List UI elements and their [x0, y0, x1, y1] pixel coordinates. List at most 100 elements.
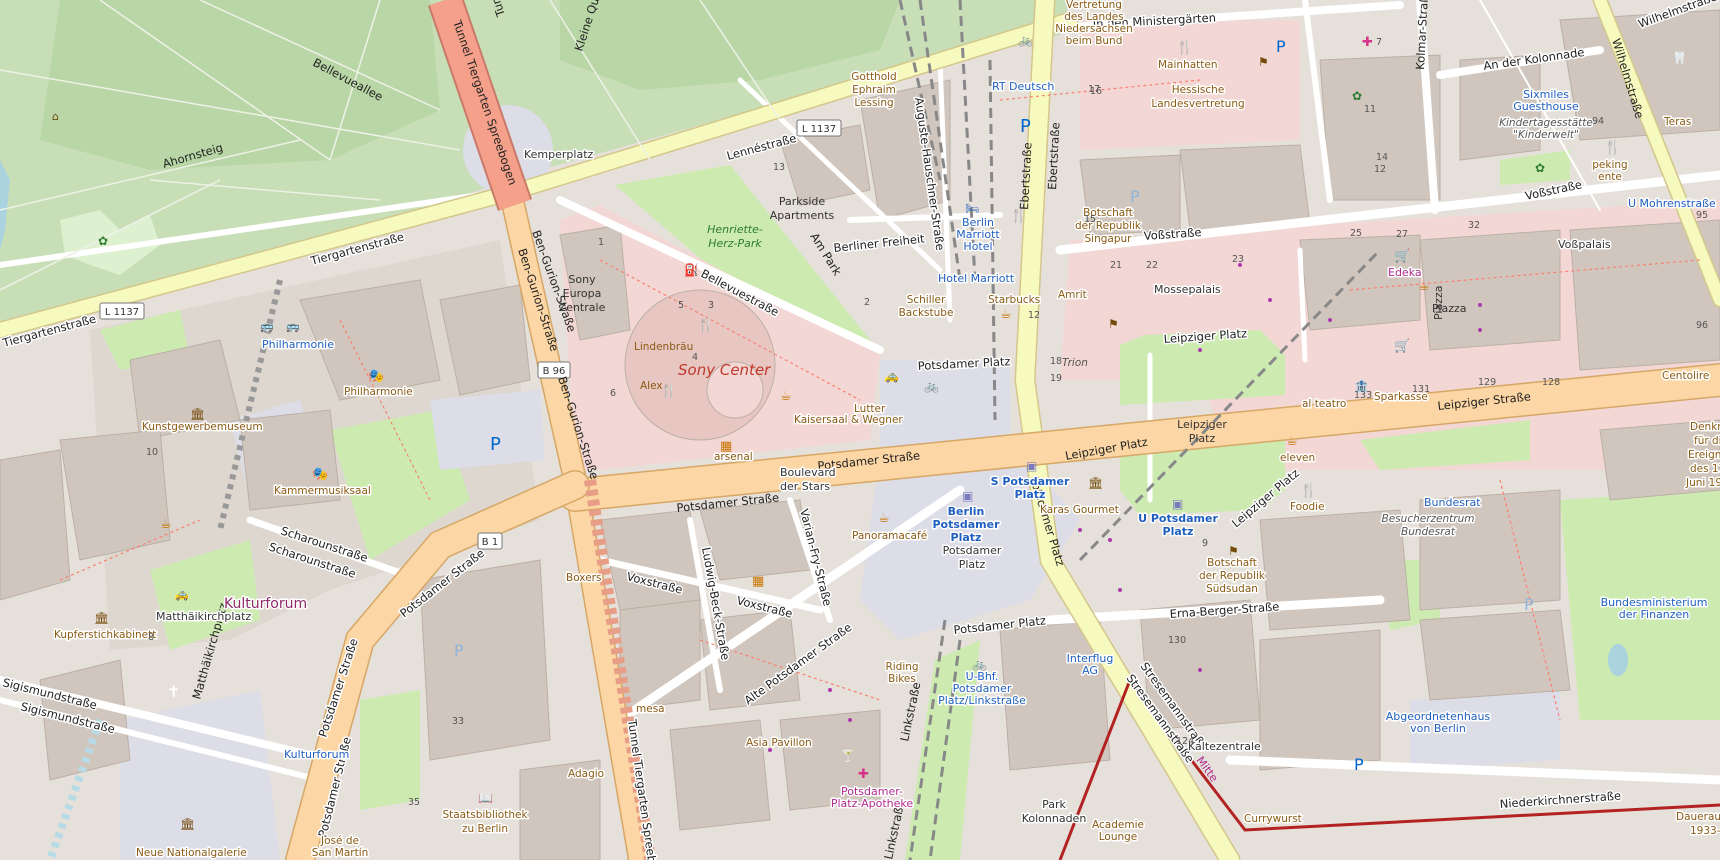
playground-icon[interactable]: ✿ — [98, 234, 108, 248]
charging-station-icon[interactable]: ⛽ — [684, 263, 699, 277]
label-currywurst[interactable]: Currywurst — [1243, 812, 1304, 827]
label-teras[interactable]: Teras — [1662, 115, 1693, 130]
station-icon[interactable]: ▣ — [1026, 459, 1037, 473]
label-peking-ente[interactable]: peking — [1591, 158, 1629, 173]
station-icon[interactable]: ▣ — [1172, 497, 1183, 511]
label-jose-de-san-martin[interactable]: José de — [319, 834, 361, 849]
label-arsenal[interactable]: arsenal — [713, 450, 755, 465]
bicycle-rental-icon[interactable]: 🚲 — [924, 379, 939, 393]
cafe-icon[interactable]: ☕ — [160, 517, 172, 532]
bus-stop-icon[interactable]: 🚌 — [260, 320, 274, 333]
museum-icon[interactable]: 🏛 — [180, 817, 195, 831]
theatre-icon[interactable]: 🎭 — [312, 467, 328, 482]
restaurant-icon[interactable]: 🍴 — [697, 317, 714, 334]
label-matthaeikirchplatz[interactable]: Matthäikirchplatz — [155, 609, 253, 625]
label-denkmal[interactable]: Denkm — [1689, 420, 1720, 435]
library-icon[interactable]: 📖 — [478, 791, 493, 805]
label-daueraus[interactable]: Daueraus — [1675, 810, 1720, 825]
theatre-icon[interactable]: 🎭 — [368, 369, 384, 384]
pharmacy-icon[interactable]: ✚ — [1362, 35, 1373, 50]
hotel-icon[interactable]: 🛏 — [965, 202, 979, 215]
label-leipziger-platz-area[interactable]: Leipziger — [1177, 418, 1227, 431]
monument-icon[interactable]: ⌂ — [52, 110, 59, 123]
cafe-icon[interactable]: ☕ — [878, 511, 890, 526]
parking-icon[interactable]: P — [454, 641, 464, 660]
dentist-icon[interactable]: 🦷 — [1672, 51, 1687, 65]
flag-icon[interactable]: ⚑ — [1258, 55, 1269, 69]
label-riding-bikes[interactable]: Riding — [884, 660, 920, 675]
bar-icon[interactable]: 🍸 — [840, 747, 856, 764]
museum-icon[interactable]: 🏛 — [94, 611, 109, 625]
label-mainhatten[interactable]: Mainhatten — [1157, 58, 1220, 73]
label-kaltezentrale[interactable]: Kaltezentrale — [1187, 739, 1263, 755]
label-boxers[interactable]: Boxers — [565, 571, 603, 586]
cinema-icon[interactable]: ▦ — [752, 574, 764, 589]
taxi-icon[interactable]: 🚕 — [884, 369, 899, 383]
label-park-kolonnaden[interactable]: Park — [1041, 797, 1068, 813]
label-foodie[interactable]: Foodie — [1289, 500, 1327, 515]
cafe-icon[interactable]: ☕ — [1000, 307, 1012, 322]
label-bundesrat[interactable]: Bundesrat — [1423, 495, 1483, 511]
label-kammermusiksaal[interactable]: Kammermusiksaal — [273, 484, 373, 499]
label-starbucks[interactable]: Starbucks — [987, 293, 1042, 308]
label-u-potsdamer-platz[interactable]: U Potsdamer — [1137, 511, 1220, 527]
parking-icon[interactable]: P — [1020, 116, 1031, 137]
label-schiller-backstube[interactable]: Schiller — [905, 293, 947, 308]
label-al-teatro[interactable]: al teatro — [1301, 397, 1348, 412]
label-lindenbrau[interactable]: Lindenbräu — [634, 341, 693, 353]
parking-icon[interactable]: P — [1354, 755, 1364, 774]
label-boulevard-der-stars[interactable]: Boulevard — [779, 465, 838, 481]
label-vertretung-niedersachsen[interactable]: Vertretung — [1065, 0, 1124, 13]
label-kunstgewerbemuseum[interactable]: Kunstgewerbemuseum — [141, 420, 265, 435]
parking-icon[interactable]: P — [1130, 187, 1140, 206]
label-amrit[interactable]: Amrit — [1057, 288, 1089, 303]
label-philharmonie[interactable]: Philharmonie — [343, 385, 415, 400]
restaurant-icon[interactable]: 🍴 — [1300, 482, 1317, 499]
label-centolire[interactable]: Centolire — [1661, 369, 1711, 384]
parking-icon[interactable]: P — [1524, 595, 1534, 614]
label-alex[interactable]: Alex — [640, 380, 663, 392]
label-philharmonie-stop[interactable]: Philharmonie — [261, 337, 336, 353]
label-mossepalais[interactable]: Mossepalais — [1153, 282, 1223, 298]
cafe-icon[interactable]: ☕ — [780, 389, 792, 404]
cafe-icon[interactable]: ☕ — [1286, 434, 1298, 449]
label-s-potsdamer-platz[interactable]: S Potsdamer — [989, 474, 1071, 490]
shop-icon[interactable]: 🛒 — [1394, 248, 1410, 264]
label-asia-pavillon[interactable]: Asia Pavillon — [745, 736, 814, 751]
label-rt-deutsch[interactable]: RT Deutsch — [991, 79, 1056, 95]
label-parkside-apartments[interactable]: Parkside — [779, 195, 826, 208]
cafe-icon[interactable]: ☕ — [1418, 279, 1430, 294]
label-besucherzentrum[interactable]: Besucherzentrum — [1380, 512, 1476, 527]
label-staatsbibliothek[interactable]: Staatsbibliothek — [441, 808, 530, 823]
label-kemperplatz[interactable]: Kemperplatz — [523, 147, 596, 163]
label-sony-center[interactable]: Sony Center — [678, 361, 771, 379]
parking-icon[interactable]: P — [490, 434, 501, 455]
label-panoramacafe[interactable]: Panoramacafé — [851, 529, 929, 544]
flag-icon[interactable]: ⚑ — [1228, 544, 1239, 558]
playground-icon[interactable]: ✿ — [1535, 161, 1545, 175]
museum-icon[interactable]: 🏛 — [190, 407, 205, 421]
label-kulturforum-stop[interactable]: Kulturforum — [283, 747, 351, 763]
label-eleven[interactable]: eleven — [1279, 451, 1317, 466]
shop-icon[interactable]: 🛒 — [1394, 338, 1410, 354]
map-canvas[interactable]: L 1137 L 1137 B 96 B 1 ☕ 🍴 🍴 🍴 🍴 🍴 🍴 ☕ ☕… — [0, 0, 1720, 860]
restaurant-icon[interactable]: 🍴 — [660, 382, 677, 399]
label-academie-lounge[interactable]: Academie — [1091, 818, 1146, 833]
label-berlin-potsdamer-platz[interactable]: Berlin — [946, 504, 986, 520]
label-hessische[interactable]: Hessische — [1170, 83, 1226, 98]
place-of-worship-icon[interactable]: ✝ — [167, 682, 180, 701]
label-u-mohrenstrasse[interactable]: U Mohrenstraße — [1627, 196, 1718, 212]
bus-stop-icon[interactable]: 🚌 — [286, 320, 300, 333]
label-adagio[interactable]: Adagio — [567, 767, 606, 782]
playground-icon[interactable]: ✿ — [1352, 89, 1362, 103]
label-henriette-herz-park[interactable]: Henriette- — [707, 223, 763, 236]
pharmacy-icon[interactable]: ✚ — [858, 767, 869, 782]
label-hotel-marriott[interactable]: Hotel Marriott — [937, 271, 1017, 287]
label-kupferstichkabinett[interactable]: Kupferstichkabinett — [53, 628, 158, 643]
taxi-icon[interactable]: 🚕 — [174, 587, 189, 601]
restaurant-icon[interactable]: 🍴 — [1604, 139, 1621, 156]
label-neue-nationalgalerie[interactable]: Neue Nationalgalerie — [135, 846, 249, 860]
label-edeka[interactable]: Edeka — [1387, 265, 1424, 281]
bicycle-rental-icon[interactable]: 🚲 — [1018, 33, 1033, 47]
parking-icon[interactable]: P — [1276, 37, 1286, 56]
